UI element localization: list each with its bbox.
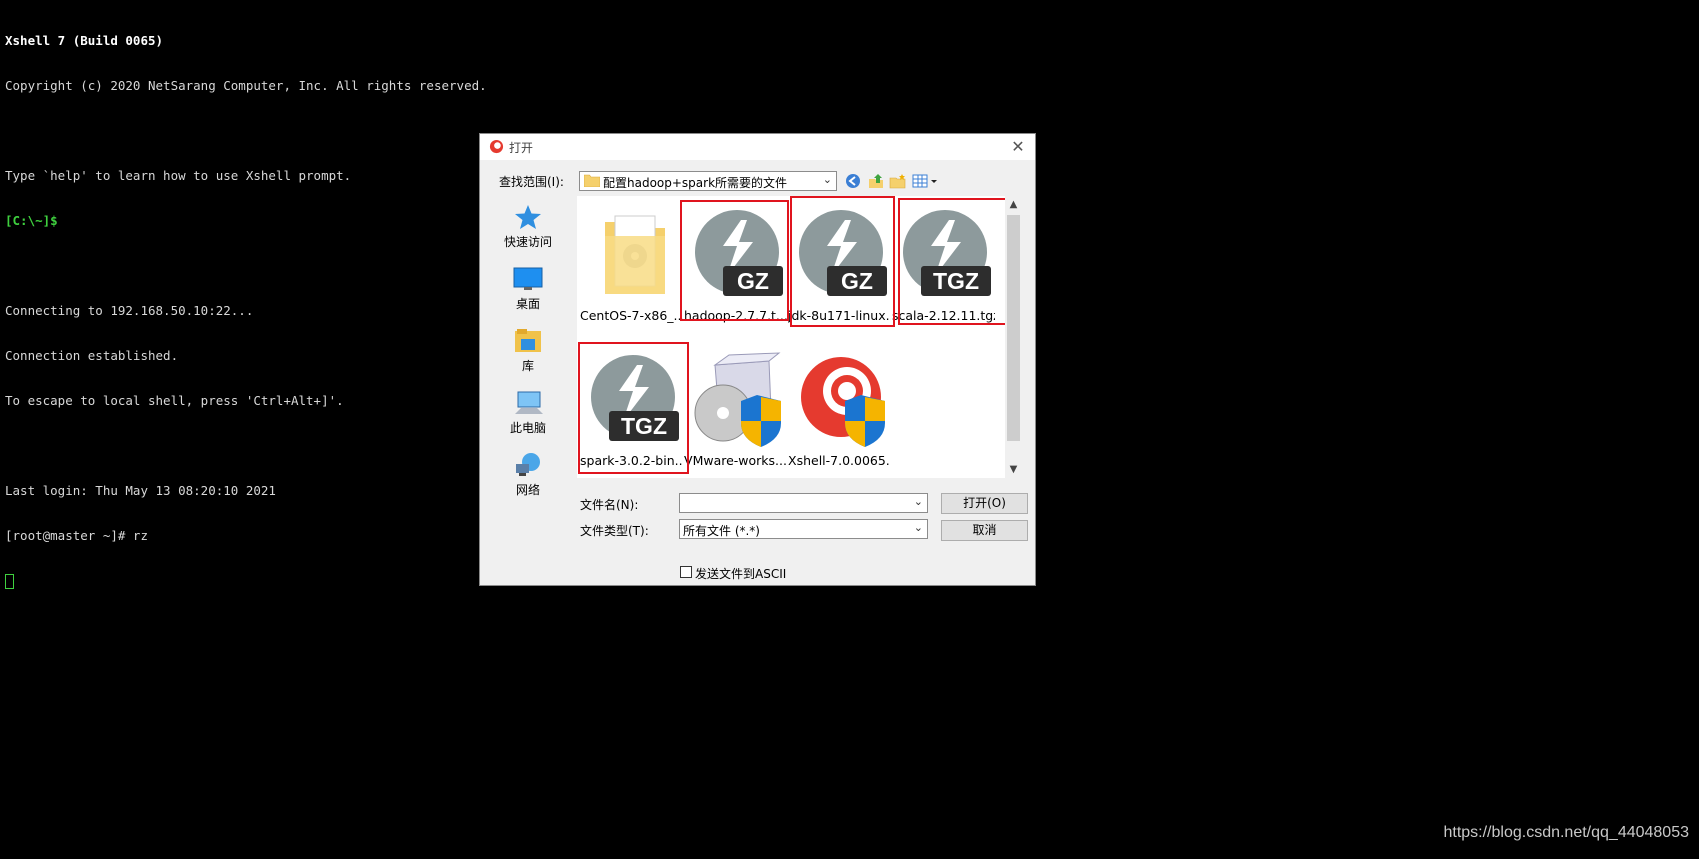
chevron-down-icon: ⌄	[913, 495, 923, 508]
look-in-label: 查找范围(I):	[499, 175, 564, 189]
terminal-line: Type `help' to learn how to use Xshell p…	[5, 168, 352, 183]
place-label: 网络	[515, 483, 540, 497]
place-label: 快速访问	[503, 235, 552, 249]
view-menu-icon[interactable]	[912, 173, 940, 189]
terminal-line: Last login: Thu May 13 08:20:10 2021	[5, 483, 276, 498]
installer-shield-icon	[694, 352, 781, 447]
place-quick-access[interactable]: 快速访问	[483, 204, 573, 262]
terminal-line: Xshell 7 (Build 0065)	[5, 33, 164, 48]
dialog-titlebar[interactable]: 打开 ✕	[480, 134, 1035, 160]
scroll-down-icon[interactable]: ▼	[1005, 461, 1022, 478]
place-label: 桌面	[515, 297, 540, 311]
folder-disc-icon	[605, 215, 665, 294]
close-icon: ✕	[1011, 137, 1025, 156]
terminal-line: [root@master ~]# rz	[5, 528, 148, 543]
new-folder-icon[interactable]	[889, 173, 907, 189]
filetype-label: 文件类型(T):	[580, 524, 649, 538]
look-in-dropdown[interactable]: 配置hadoop+spark所需要的文件 ⌄	[579, 171, 837, 191]
ascii-label: 发送文件到ASCII	[695, 567, 787, 581]
ascii-checkbox[interactable]	[680, 566, 692, 578]
place-label: 此电脑	[509, 421, 546, 435]
terminal-line: To escape to local shell, press 'Ctrl+Al…	[5, 393, 344, 408]
terminal-line: Copyright (c) 2020 NetSarang Computer, I…	[5, 78, 487, 93]
file-item-folder[interactable]: CentOS-7-x86_...	[580, 202, 683, 332]
vertical-scrollbar[interactable]: ▲ ▼	[1005, 196, 1022, 478]
dialog-title: 打开	[509, 141, 534, 155]
watermark: https://blog.csdn.net/qq_44048053	[1443, 824, 1689, 841]
file-item-xshell[interactable]: Xshell-7.0.0065...	[788, 347, 891, 477]
filetype-select[interactable]: 所有文件 (*.*) ⌄	[679, 519, 928, 539]
back-icon[interactable]	[844, 173, 862, 189]
file-name: VMware-works...	[684, 453, 787, 468]
terminal-output[interactable]: Xshell 7 (Build 0065) Copyright (c) 2020…	[5, 3, 487, 603]
chevron-down-icon: ⌄	[822, 173, 832, 186]
file-item-vmware[interactable]: VMware-works...	[684, 347, 787, 477]
computer-icon	[515, 391, 543, 414]
desktop-icon	[513, 267, 543, 290]
places-bar: 快速访问 桌面 库 此电脑 网络	[483, 196, 573, 540]
folder-icon	[584, 174, 600, 187]
terminal-cursor	[5, 574, 14, 589]
place-desktop[interactable]: 桌面	[483, 266, 573, 324]
file-name: CentOS-7-x86_...	[580, 308, 683, 323]
file-name: Xshell-7.0.0065...	[788, 453, 891, 468]
scroll-up-icon[interactable]: ▲	[1005, 196, 1022, 213]
library-icon	[515, 329, 541, 352]
highlight-box	[578, 342, 689, 474]
look-in-value: 配置hadoop+spark所需要的文件	[603, 176, 788, 190]
place-this-pc[interactable]: 此电脑	[483, 390, 573, 448]
scroll-thumb[interactable]	[1007, 215, 1020, 441]
close-button[interactable]: ✕	[1007, 137, 1029, 157]
filename-label: 文件名(N):	[580, 498, 639, 512]
filename-input[interactable]: ⌄	[679, 493, 928, 513]
terminal-line: [C:\~]$	[5, 213, 58, 228]
filetype-value: 所有文件 (*.*)	[683, 524, 760, 538]
open-button[interactable]: 打开(O)	[941, 493, 1028, 514]
xshell-installer-icon	[801, 357, 885, 447]
chevron-down-icon: ⌄	[913, 521, 923, 534]
up-folder-icon[interactable]	[867, 173, 885, 189]
place-label: 库	[521, 359, 534, 373]
open-file-dialog: 打开 ✕ 查找范围(I): 配置hadoop+spark所需要的文件 ⌄ 快速访…	[479, 133, 1036, 586]
place-network[interactable]: 网络	[483, 452, 573, 510]
terminal-line: Connecting to 192.168.50.10:22...	[5, 303, 254, 318]
xshell-logo-icon	[489, 139, 504, 154]
terminal-cursor-line	[5, 573, 487, 589]
highlight-box	[790, 196, 895, 327]
cancel-button[interactable]: 取消	[941, 520, 1028, 541]
star-icon	[515, 205, 541, 229]
highlight-box	[898, 198, 1007, 325]
terminal-line: Connection established.	[5, 348, 179, 363]
highlight-box	[680, 200, 789, 321]
place-library[interactable]: 库	[483, 328, 573, 386]
file-list-pane[interactable]: CentOS-7-x86_... GZ hadoop-2.7.7.t... GZ…	[577, 196, 1022, 478]
network-icon	[516, 453, 540, 476]
